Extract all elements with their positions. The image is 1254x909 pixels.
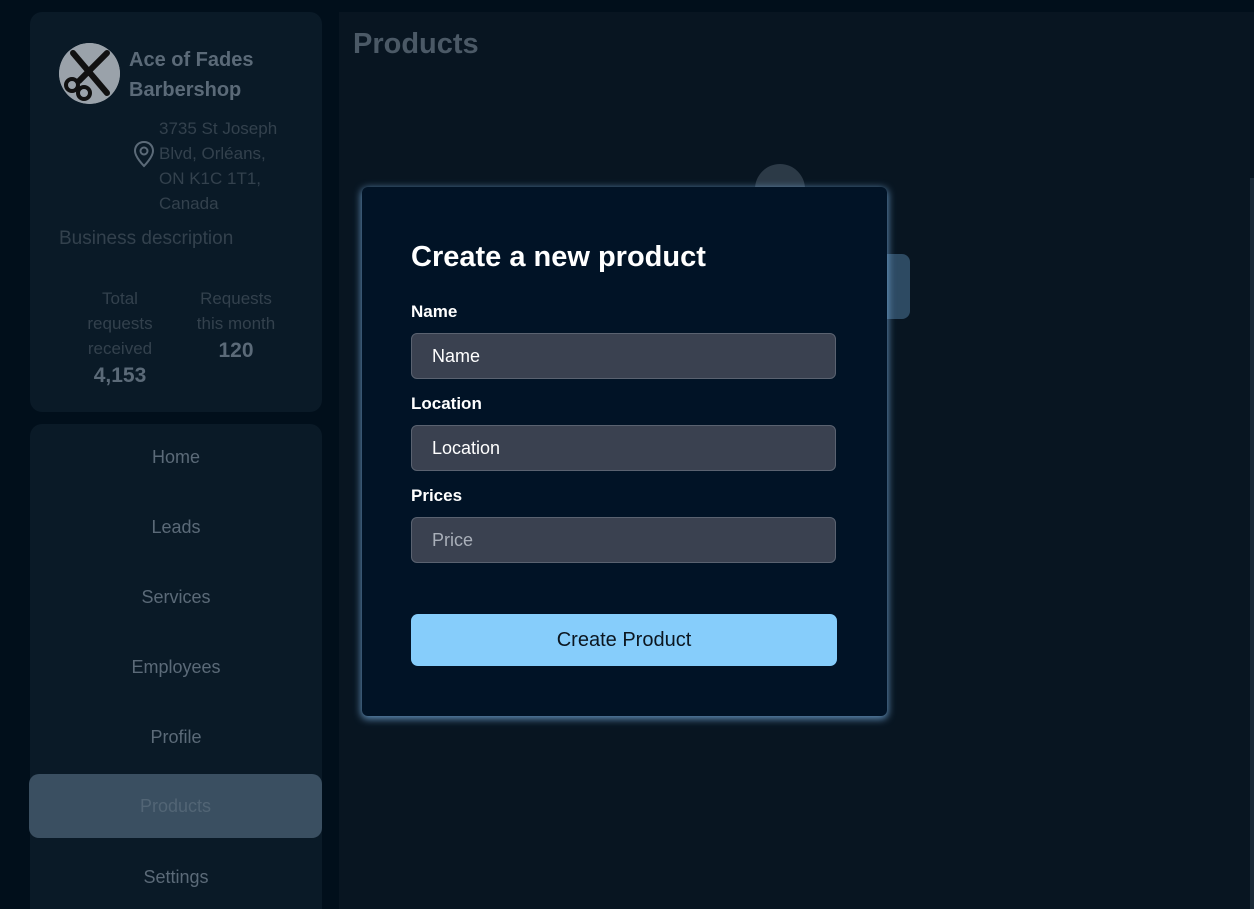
location-label: Location bbox=[411, 394, 482, 413]
create-product-button[interactable]: Create Product bbox=[411, 614, 837, 666]
modal-title: Create a new product bbox=[411, 241, 706, 273]
name-input[interactable] bbox=[411, 333, 836, 379]
stat-label: Requests this month bbox=[196, 289, 276, 333]
price-label: Prices bbox=[411, 486, 463, 505]
business-address: 3735 St Joseph Blvd, Orléans, ON K1C 1T1… bbox=[159, 119, 278, 213]
app-root: Ace of Fades Barbershop 3735 St Joseph B… bbox=[0, 0, 1254, 909]
stat-label: Total requests received bbox=[87, 289, 153, 358]
nav-item-products[interactable]: Products bbox=[29, 774, 322, 838]
nav-item-employees[interactable]: Employees bbox=[30, 635, 322, 699]
business-logo bbox=[59, 43, 120, 104]
nav-item-leads[interactable]: Leads bbox=[30, 495, 322, 559]
create-product-modal: Create a new product Name Location Price… bbox=[362, 187, 887, 716]
stat-value: 120 bbox=[218, 339, 254, 362]
stat-value: 4,153 bbox=[93, 364, 147, 387]
stat-total-requests: Total requests received 4,153 bbox=[75, 286, 165, 391]
nav-item-profile[interactable]: Profile bbox=[30, 705, 322, 769]
name-label: Name bbox=[411, 302, 458, 321]
scissors-icon bbox=[59, 43, 120, 104]
price-input[interactable] bbox=[411, 517, 836, 563]
page-title: Products bbox=[353, 28, 479, 60]
business-card: Ace of Fades Barbershop 3735 St Joseph B… bbox=[30, 12, 322, 412]
nav-item-settings[interactable]: Settings bbox=[30, 845, 322, 909]
stat-requests-this-month: Requests this month 120 bbox=[185, 286, 287, 366]
business-description[interactable]: Business description bbox=[59, 228, 233, 250]
location-pin-icon bbox=[133, 140, 155, 168]
location-input[interactable] bbox=[411, 425, 836, 471]
sidebar-nav: Home Leads Services Employees Profile Pr… bbox=[29, 424, 322, 909]
business-name: Ace of Fades Barbershop bbox=[129, 49, 254, 101]
scrollbar[interactable] bbox=[1250, 178, 1254, 909]
nav-item-services[interactable]: Services bbox=[30, 565, 322, 629]
nav-item-home[interactable]: Home bbox=[30, 425, 322, 489]
